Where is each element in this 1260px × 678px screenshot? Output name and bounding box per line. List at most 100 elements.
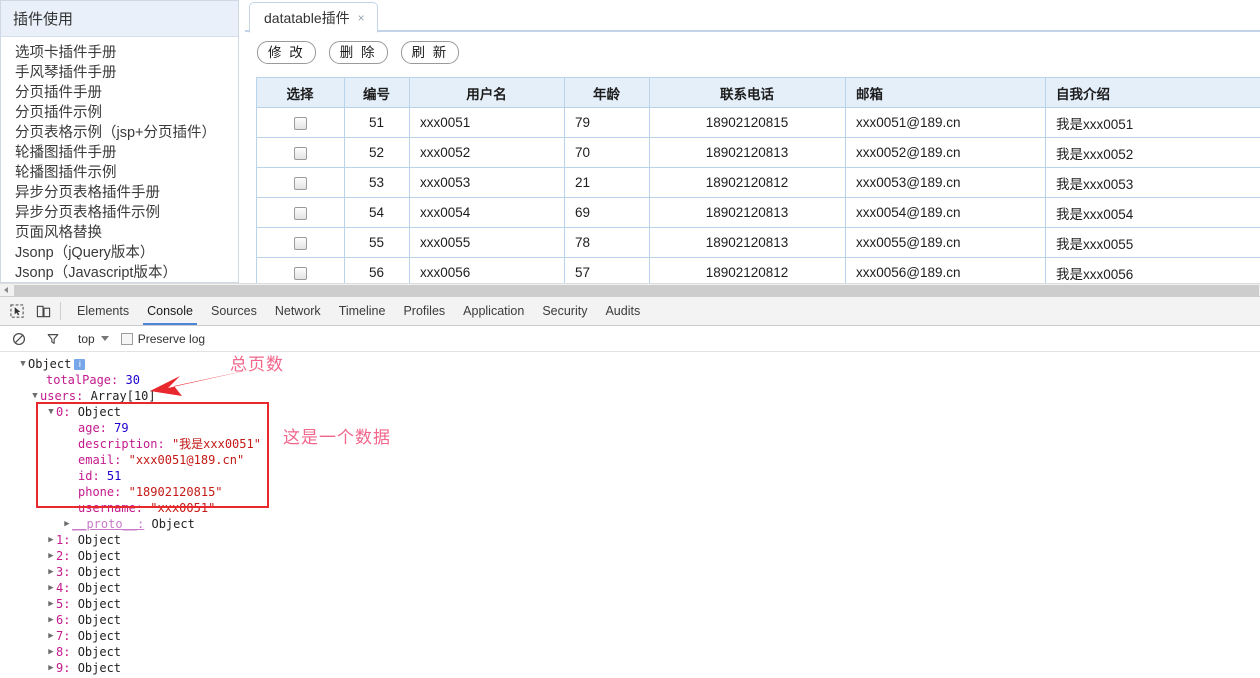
console-array-item[interactable]: ▶ 5: Object <box>8 596 1260 612</box>
cell-email: xxx0055@189.cn <box>845 227 1046 258</box>
console-array-item[interactable]: ▶ 9: Object <box>8 660 1260 676</box>
sidebar-item-6[interactable]: 轮播图插件示例 <box>15 163 238 183</box>
row-select-cell[interactable] <box>256 167 345 198</box>
scroll-left-arrow-icon[interactable] <box>0 284 13 297</box>
disclosure-triangle-closed[interactable]: ▶ <box>46 596 56 612</box>
prop-key: age: <box>78 421 107 435</box>
sidebar-item-3[interactable]: 分页插件示例 <box>15 103 238 123</box>
console-array-item[interactable]: ▶ 1: Object <box>8 532 1260 548</box>
sidebar-item-7[interactable]: 异步分页表格插件手册 <box>15 183 238 203</box>
devtools-tab-security[interactable]: Security <box>533 297 596 325</box>
disclosure-triangle-closed[interactable]: ▶ <box>46 532 56 548</box>
sidebar-item-4[interactable]: 分页表格示例（jsp+分页插件） <box>15 123 238 143</box>
sidebar-header: 插件使用 <box>1 1 238 37</box>
cell-username: xxx0055 <box>409 227 565 258</box>
devtools-tab-timeline[interactable]: Timeline <box>330 297 395 325</box>
edit-button[interactable]: 修 改 <box>257 41 316 64</box>
devtools-tab-sources[interactable]: Sources <box>202 297 266 325</box>
table-row[interactable]: 51 xxx0051 79 18902120815 xxx0051@189.cn 我是xx… <box>256 107 1260 138</box>
sidebar-item-2[interactable]: 分页插件手册 <box>15 83 238 103</box>
delete-button[interactable]: 删 除 <box>328 41 388 64</box>
row-checkbox[interactable] <box>293 176 307 190</box>
prop-value: "18902120815" <box>128 485 223 499</box>
devtools-tab-console[interactable]: Console <box>138 297 202 325</box>
console-array-item[interactable]: ▶ 4: Object <box>8 580 1260 596</box>
checkbox-box[interactable] <box>120 332 133 345</box>
console-proto-row[interactable]: ▶ __proto__: Object <box>8 516 1260 532</box>
console-array-item[interactable]: ▶ 2: Object <box>8 548 1260 564</box>
clear-console-icon[interactable] <box>6 326 32 352</box>
disclosure-triangle-closed[interactable]: ▶ <box>46 644 56 660</box>
refresh-button[interactable]: 刷 新 <box>400 41 460 64</box>
console-array-item[interactable]: ▶ 7: Object <box>8 628 1260 644</box>
table-row[interactable]: 55 xxx0055 78 18902120813 xxx0055@189.cn 我是xx… <box>256 227 1260 258</box>
array-item-type: Object <box>77 405 122 419</box>
cell-id: 54 <box>344 197 410 228</box>
console-array-item[interactable]: ▶ 8: Object <box>8 644 1260 660</box>
sidebar-item-11[interactable]: Jsonp（Javascript版本） <box>15 263 238 283</box>
table-row[interactable]: 52 xxx0052 70 18902120813 xxx0052@189.cn 我是xx… <box>256 137 1260 168</box>
execution-context-selector[interactable]: top <box>74 332 113 346</box>
root-object-label: Object <box>28 357 72 371</box>
cell-phone: 18902120812 <box>649 167 846 198</box>
prop-key: username: <box>78 501 144 515</box>
sidebar-item-9[interactable]: 页面风格替换 <box>15 223 238 243</box>
row-checkbox[interactable] <box>293 236 307 250</box>
disclosure-triangle-open[interactable]: ▼ <box>46 404 56 420</box>
device-toolbar-icon[interactable] <box>30 298 56 324</box>
disclosure-triangle-closed[interactable]: ▶ <box>46 628 56 644</box>
prop-value: 51 <box>106 469 122 483</box>
row-select-cell[interactable] <box>256 227 345 258</box>
devtools-tab-application[interactable]: Application <box>454 297 533 325</box>
table-row[interactable]: 54 xxx0054 69 18902120813 xxx0054@189.cn 我是xx… <box>256 197 1260 228</box>
scrollbar-thumb[interactable] <box>14 284 1259 296</box>
cell-phone: 18902120813 <box>649 197 846 228</box>
filter-icon[interactable] <box>40 326 66 352</box>
content-pane: datatable插件 × 修 改 删 除 刷 新 选择 编号 用户名 年龄 联系电话邮… <box>245 0 1260 288</box>
console-array-siblings: ▶ 1: Object ▶ 2: Object ▶ 3: Object ▶ 4: Object… <box>8 532 1260 676</box>
devtools-tab-audits[interactable]: Audits <box>596 297 649 325</box>
row-checkbox[interactable] <box>293 266 307 280</box>
disclosure-triangle-closed[interactable]: ▶ <box>62 516 72 532</box>
sidebar-item-5[interactable]: 轮播图插件手册 <box>15 143 238 163</box>
cell-id: 51 <box>344 107 410 138</box>
console-array-item-0[interactable]: ▼ 0: Object <box>8 404 1260 420</box>
sidebar-item-10[interactable]: Jsonp（jQuery版本） <box>15 243 238 263</box>
console-filter-bar: top Preserve log <box>0 326 1260 352</box>
disclosure-triangle-closed[interactable]: ▶ <box>46 548 56 564</box>
disclosure-triangle-open[interactable]: ▼ <box>30 388 40 404</box>
tab-datatable[interactable]: datatable插件 × <box>249 2 378 33</box>
console-array-item[interactable]: ▶ 6: Object <box>8 612 1260 628</box>
disclosure-triangle-open[interactable]: ▼ <box>18 356 28 372</box>
array-index: 1: <box>56 533 71 547</box>
disclosure-triangle-closed[interactable]: ▶ <box>46 564 56 580</box>
table-row[interactable]: 53 xxx0053 21 18902120812 xxx0053@189.cn 我是xx… <box>256 167 1260 198</box>
row-select-cell[interactable] <box>256 137 345 168</box>
row-checkbox[interactable] <box>293 206 307 220</box>
preserve-log-checkbox[interactable]: Preserve log <box>120 332 205 346</box>
cell-email: xxx0054@189.cn <box>845 197 1046 228</box>
devtools-tab-network[interactable]: Network <box>266 297 330 325</box>
row-checkbox[interactable] <box>293 146 307 160</box>
row-checkbox[interactable] <box>293 116 307 130</box>
cell-id: 55 <box>344 227 410 258</box>
row-select-cell[interactable] <box>256 107 345 138</box>
disclosure-triangle-closed[interactable]: ▶ <box>46 660 56 676</box>
console-array-item[interactable]: ▶ 3: Object <box>8 564 1260 580</box>
devtools-tab-elements[interactable]: Elements <box>68 297 138 325</box>
prop-value: 30 <box>125 373 140 387</box>
row-select-cell[interactable] <box>256 197 345 228</box>
console-property-row: id: 51 <box>8 468 1260 484</box>
disclosure-triangle-closed[interactable]: ▶ <box>46 580 56 596</box>
sidebar-item-1[interactable]: 手风琴插件手册 <box>15 63 238 83</box>
sidebar-item-8[interactable]: 异步分页表格插件示例 <box>15 203 238 223</box>
devtools-tab-profiles[interactable]: Profiles <box>394 297 454 325</box>
cell-email: xxx0053@189.cn <box>845 167 1046 198</box>
prop-key: email: <box>78 453 122 467</box>
disclosure-triangle-closed[interactable]: ▶ <box>46 612 56 628</box>
sidebar-item-0[interactable]: 选项卡插件手册 <box>15 43 238 63</box>
console-item0-properties: age: 79 description: "我是xxx0051" email: "x… <box>8 420 1260 516</box>
page-horizontal-scrollbar[interactable] <box>0 283 1260 296</box>
inspect-element-icon[interactable] <box>4 298 30 324</box>
tab-close-icon[interactable]: × <box>358 12 365 24</box>
